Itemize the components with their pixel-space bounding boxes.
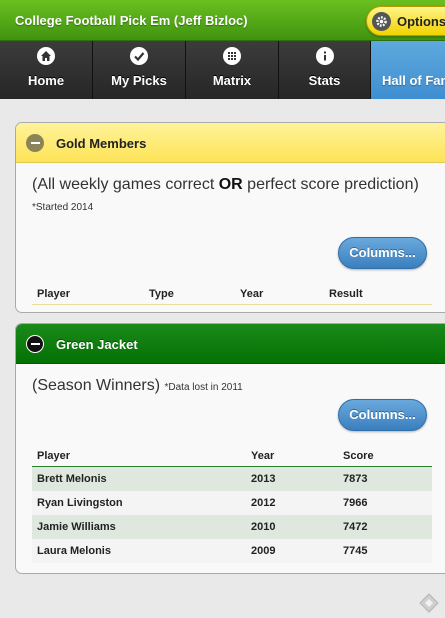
tab-matrix-label: Matrix: [212, 73, 252, 88]
tab-home[interactable]: Home: [0, 41, 93, 99]
tab-my-picks[interactable]: My Picks: [93, 41, 186, 99]
columns-button[interactable]: Columns...: [338, 399, 427, 431]
green-jacket-note: *Data lost in 2011: [164, 382, 243, 393]
app-title: College Football Pick Em (Jeff Bizloc): [15, 13, 248, 28]
score-value: 7472: [343, 521, 368, 533]
collapse-icon[interactable]: [26, 335, 44, 353]
options-button[interactable]: Options: [366, 6, 445, 36]
table-row: Ryan Livingston 2012 7966: [32, 491, 432, 515]
column-header-player[interactable]: Player: [37, 450, 70, 462]
green-desc-text: (Season Winners): [32, 377, 161, 394]
tab-hall-of-fame[interactable]: Hall of Fame: [371, 41, 445, 99]
gear-icon: [372, 12, 391, 31]
year-value: 2010: [251, 521, 276, 533]
gold-desc-suffix: perfect score prediction): [242, 176, 419, 193]
green-jacket-title: Green Jacket: [56, 337, 138, 352]
green-jacket-description: (Season Winners) *Data lost in 2011: [32, 377, 243, 395]
table-row: Jamie Williams 2010 7472: [32, 515, 432, 539]
info-icon: [315, 47, 334, 65]
player-name: Ryan Livingston: [37, 497, 123, 509]
grid-icon: [223, 47, 241, 65]
gold-members-note: *Started 2014: [32, 202, 94, 213]
columns-button[interactable]: Columns...: [338, 237, 427, 269]
gold-members-header[interactable]: Gold Members: [16, 123, 445, 163]
gold-desc-bold: OR: [218, 176, 243, 193]
column-header-score[interactable]: Score: [343, 450, 374, 462]
options-label: Options: [397, 14, 445, 29]
player-name: Jamie Williams: [37, 521, 116, 533]
column-header-year[interactable]: Year: [240, 288, 263, 300]
green-jacket-header[interactable]: Green Jacket: [16, 324, 445, 364]
column-header-player[interactable]: Player: [37, 288, 70, 300]
tab-home-label: Home: [27, 73, 65, 88]
column-header-result[interactable]: Result: [329, 288, 363, 300]
header-divider: [32, 304, 432, 305]
nav-bar: Home My Picks Matrix Stats Hall of Fame: [0, 41, 445, 99]
gold-members-title: Gold Members: [56, 136, 147, 151]
player-name: Laura Melonis: [37, 545, 111, 557]
score-value: 7873: [343, 473, 368, 485]
feedback-icon[interactable]: [418, 592, 440, 614]
player-name: Brett Melonis: [37, 473, 107, 485]
check-icon: [130, 47, 148, 65]
tab-my-picks-label: My Picks: [111, 73, 167, 88]
score-value: 7745: [343, 545, 368, 557]
collapse-icon[interactable]: [26, 134, 44, 152]
green-jacket-panel: Green Jacket (Season Winners) *Data lost…: [15, 323, 445, 574]
score-value: 7966: [343, 497, 368, 509]
column-header-year[interactable]: Year: [251, 450, 274, 462]
gold-members-description: (All weekly games correct OR perfect sco…: [32, 176, 419, 194]
gold-members-panel: Gold Members (All weekly games correct O…: [15, 122, 445, 313]
column-header-type[interactable]: Type: [149, 288, 174, 300]
tab-stats[interactable]: Stats: [279, 41, 371, 99]
home-icon: [37, 47, 55, 65]
year-value: 2013: [251, 473, 276, 485]
tab-matrix[interactable]: Matrix: [186, 41, 279, 99]
gold-desc-prefix: (All weekly games correct: [32, 176, 219, 193]
table-row: Laura Melonis 2009 7745: [32, 539, 432, 563]
app-header: College Football Pick Em (Jeff Bizloc) O…: [0, 0, 445, 41]
year-value: 2012: [251, 497, 276, 509]
table-row: Brett Melonis 2013 7873: [32, 467, 432, 491]
tab-stats-label: Stats: [308, 73, 341, 88]
year-value: 2009: [251, 545, 276, 557]
tab-hall-of-fame-label: Hall of Fame: [382, 73, 445, 88]
